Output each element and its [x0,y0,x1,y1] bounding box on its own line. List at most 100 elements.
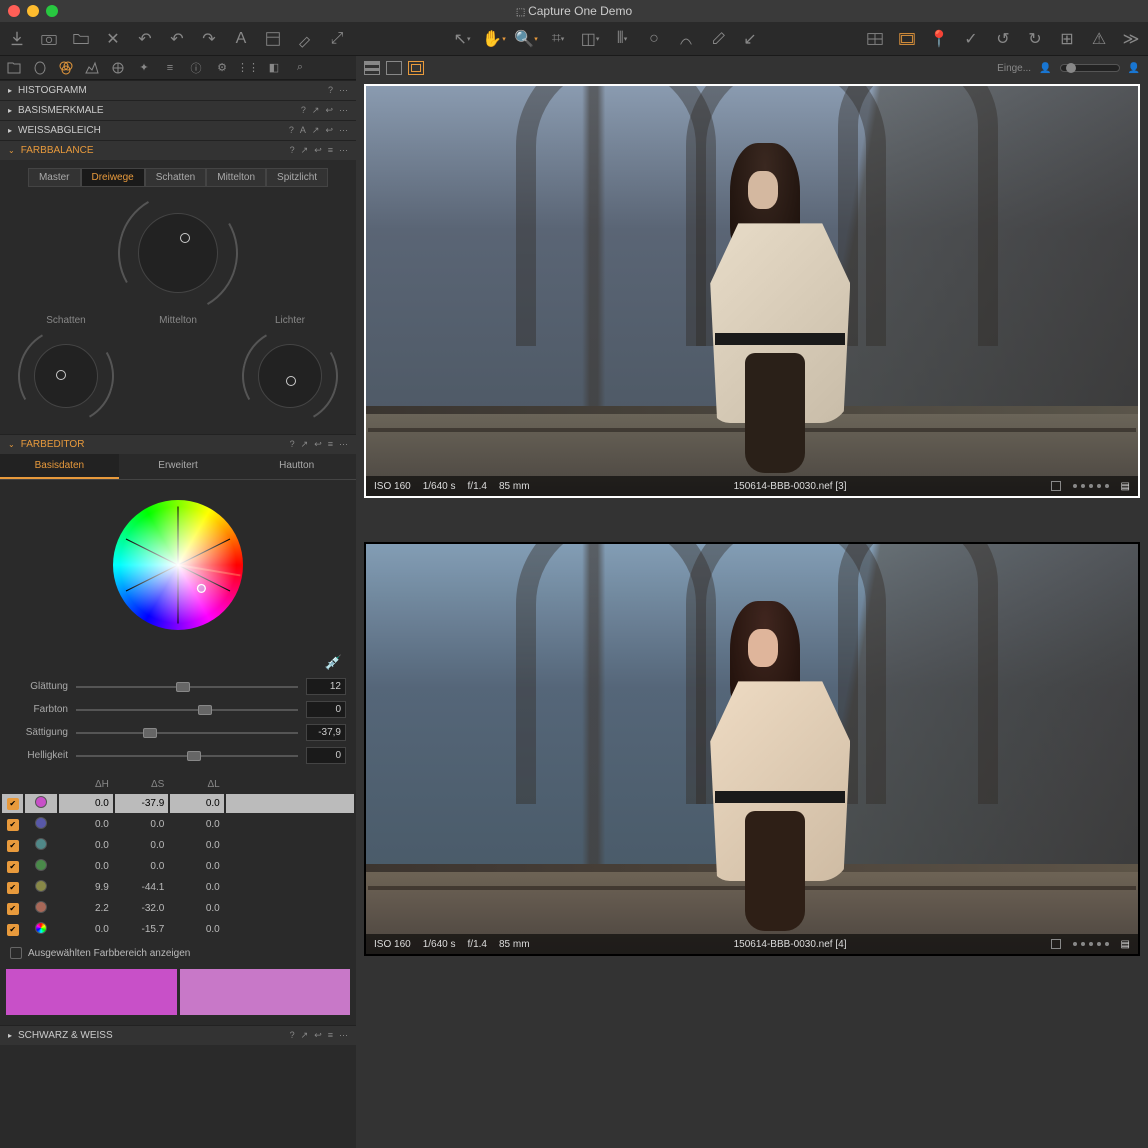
view-grid-icon[interactable] [364,61,380,75]
check-icon[interactable]: ✓ [962,30,980,48]
redo-icon[interactable]: ↷ [200,30,218,48]
menu-icon[interactable]: ▤ [1121,481,1130,492]
zoom-icon[interactable]: 🔍▾ [517,30,535,48]
text-icon[interactable]: A [232,30,250,48]
mittelton-wheel[interactable] [128,203,228,303]
iso-label: ISO 160 [374,939,411,950]
expand-icon[interactable]: ⤢ [328,30,346,48]
mittelton-label: Mittelton [133,315,223,326]
color-preview-bars [0,965,356,1025]
weiss-panel-header[interactable]: ▸WEISSABGLEICH?A↗↩⋯ [0,120,356,140]
image-frame-1[interactable]: ISO 160 1/640 s f/1.4 85 mm 150614-BBB-0… [364,542,1140,956]
camera-icon[interactable] [40,30,58,48]
view-single-icon[interactable] [386,61,402,75]
view-multi-icon[interactable] [408,61,424,75]
search-tab-icon[interactable]: ⌕ [292,60,308,76]
image-frame-0[interactable]: ISO 160 1/640 s f/1.4 85 mm 150614-BBB-0… [364,84,1140,498]
cb-tab-dreiwege[interactable]: Dreiwege [81,168,145,187]
lichter-wheel[interactable] [250,336,330,416]
fe-tab-basis[interactable]: Basisdaten [0,454,119,479]
filename-label: 150614-BBB-0030.nef [3] [734,481,847,492]
metadata-tab-icon[interactable]: ⓘ [188,60,204,76]
undo2-icon[interactable]: ↶ [168,30,186,48]
color-row-0[interactable]: ✔ 0.0-37.90.0 [2,794,354,813]
color-tab-icon[interactable] [58,60,74,76]
rotate-cw-icon[interactable]: ↻ [1026,30,1044,48]
layout1-icon[interactable] [866,30,884,48]
fe-tab-hautton[interactable]: Hautton [237,454,356,479]
more-icon[interactable]: ≫ [1122,30,1140,48]
cb-tab-spitzlicht[interactable]: Spitzlicht [266,168,328,187]
close-window-button[interactable] [8,5,20,17]
cursor-icon[interactable]: ↖▾ [453,30,471,48]
brush-icon[interactable] [296,30,314,48]
capture-tab-icon[interactable] [32,60,48,76]
color-row-6[interactable]: ✔ 0.0-15.70.0 [2,920,354,939]
menu-icon[interactable]: ▤ [1121,939,1130,950]
cb-tab-master[interactable]: Master [28,168,81,187]
fe-tab-erweitert[interactable]: Erweitert [119,454,238,479]
color-row-5[interactable]: ✔ 2.2-32.00.0 [2,899,354,918]
slider-glattung-value[interactable] [306,678,346,695]
histogram-panel-header[interactable]: ▸HISTOGRAMM?⋯ [0,80,356,100]
adjustments-tab-icon[interactable]: ≡ [162,60,178,76]
einge-label: Einge... [997,63,1031,74]
color-row-4[interactable]: ✔ 9.9-44.10.0 [2,878,354,897]
warning-icon[interactable]: ⚠ [1090,30,1108,48]
slider-helligkeit[interactable]: Helligkeit [0,744,356,767]
import-icon[interactable] [8,30,26,48]
tool-sidebar: ✦ ≡ ⓘ ⚙ ⋮⋮ ◧ ⌕ ▸HISTOGRAMM?⋯ ▸BASISMERKM… [0,56,356,1148]
exposure-tab-icon[interactable] [84,60,100,76]
cb-tab-mittelton[interactable]: Mittelton [206,168,266,187]
spot-icon[interactable]: ○ [645,30,663,48]
details-tab-icon[interactable]: ✦ [136,60,152,76]
rotate-ccw-icon[interactable]: ↺ [994,30,1012,48]
folder-icon[interactable] [72,30,90,48]
eyedropper-icon[interactable]: 💉 [0,650,356,675]
hand-icon[interactable]: ✋▾ [485,30,503,48]
slider-farbton-value[interactable] [306,701,346,718]
bw-tab-icon[interactable]: ◧ [266,60,282,76]
pin-icon[interactable]: 📍 [930,30,948,48]
styles-icon[interactable] [264,30,282,48]
rating-slider[interactable] [1060,64,1120,72]
show-range-checkbox[interactable]: Ausgewählten Farbbereich anzeigen [0,941,356,965]
minimize-window-button[interactable] [27,5,39,17]
zoom-window-button[interactable] [46,5,58,17]
cb-tab-schatten[interactable]: Schatten [145,168,206,187]
farbbalance-panel-header[interactable]: ⌄FARBBALANCE?↗↩≡⋯ [0,140,356,160]
user-icon[interactable]: 👤 [1039,63,1051,74]
delete-icon[interactable]: ✕ [104,30,122,48]
user2-icon[interactable]: 👤 [1128,63,1140,74]
tag-box[interactable] [1051,481,1061,491]
settings-tab-icon[interactable]: ⚙ [214,60,230,76]
slider-glattung[interactable]: Glättung [0,675,356,698]
schwarzweiss-panel-header[interactable]: ▸SCHWARZ & WEISS?↗↩≡⋯ [0,1025,356,1045]
slider-sattigung[interactable]: Sättigung [0,721,356,744]
layout2-icon[interactable] [898,30,916,48]
slider-helligkeit-value[interactable] [306,747,346,764]
color-editor-wheel[interactable] [113,500,243,630]
basis-panel-header[interactable]: ▸BASISMERKMALE?↗↩⋯ [0,100,356,120]
color-row-2[interactable]: ✔ 0.00.00.0 [2,836,354,855]
tag-box[interactable] [1051,939,1061,949]
arrow-icon[interactable]: ↙ [741,30,759,48]
straighten-icon[interactable]: ◫▾ [581,30,599,48]
farbeditor-panel-header[interactable]: ⌄FARBEDITOR?↗↩≡⋯ [0,434,356,454]
crop-icon[interactable]: ⌗▾ [549,30,567,48]
slider-farbton[interactable]: Farbton [0,698,356,721]
batch-tab-icon[interactable]: ⋮⋮ [240,60,256,76]
shutter-label: 1/640 s [423,939,456,950]
undo-icon[interactable]: ↶ [136,30,154,48]
picker-icon[interactable] [709,30,727,48]
library-tab-icon[interactable] [6,60,22,76]
keystone-icon[interactable]: ⦀▾ [613,30,631,48]
slider-sattigung-value[interactable] [306,724,346,741]
grid-icon[interactable]: ⊞ [1058,30,1076,48]
heal-icon[interactable] [677,30,695,48]
color-row-3[interactable]: ✔ 0.00.00.0 [2,857,354,876]
aperture-label: f/1.4 [468,939,487,950]
schatten-wheel[interactable] [26,336,106,416]
color-row-1[interactable]: ✔ 0.00.00.0 [2,815,354,834]
lens-tab-icon[interactable] [110,60,126,76]
